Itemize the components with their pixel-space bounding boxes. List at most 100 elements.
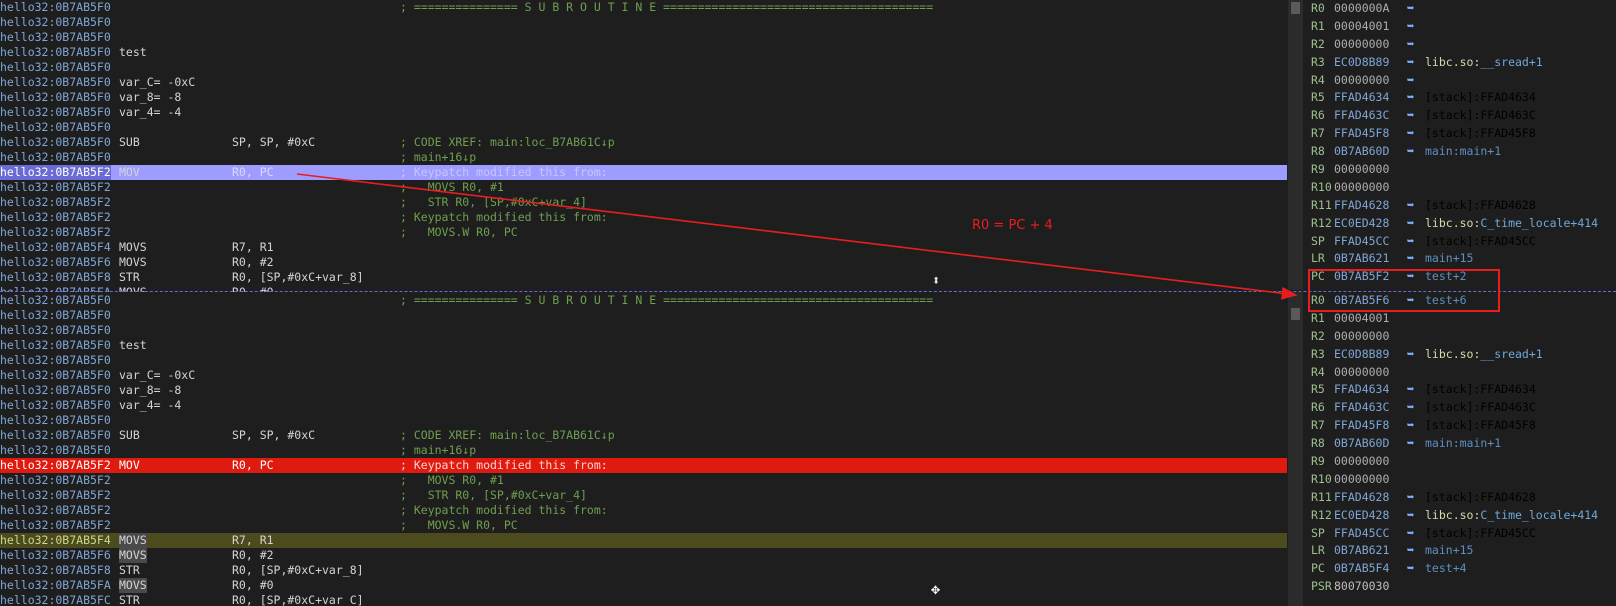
- register-value[interactable]: FFAD463C: [1334, 399, 1389, 417]
- register-value[interactable]: FFAD4628: [1334, 489, 1389, 507]
- register-row[interactable]: R2 00000000 ➥: [1304, 36, 1616, 54]
- disasm-line[interactable]: hello32:0B7AB5F8 STR R0, [SP,#0xC+var_8]: [0, 270, 1287, 285]
- register-value[interactable]: FFAD45F8: [1334, 417, 1389, 435]
- register-value[interactable]: 0B7AB621: [1334, 250, 1389, 268]
- register-value[interactable]: 0B7AB60D: [1334, 143, 1389, 161]
- jump-arrow-icon[interactable]: ➥: [1407, 507, 1414, 525]
- jump-arrow-icon[interactable]: ➥: [1407, 489, 1414, 507]
- register-value[interactable]: 00000000: [1334, 161, 1389, 179]
- scrollbar-thumb[interactable]: [1291, 308, 1300, 320]
- disasm-line[interactable]: hello32:0B7AB5FC STR R0, [SP,#0xC+var_C]: [0, 593, 1287, 606]
- disasm-line[interactable]: hello32:0B7AB5FA MOVS R0, #0: [0, 578, 1287, 593]
- register-row[interactable]: SP FFAD45CC ➥ [stack]:FFAD45CC: [1304, 525, 1616, 543]
- jump-arrow-icon[interactable]: ➥: [1407, 36, 1414, 54]
- register-value[interactable]: EC0ED428: [1334, 215, 1389, 233]
- disasm-line[interactable]: hello32:0B7AB5F2 ; MOVS R0, #1: [0, 473, 1287, 488]
- jump-arrow-icon[interactable]: ➥: [1407, 435, 1414, 453]
- disasm-line[interactable]: hello32:0B7AB5F2 ; Keypatch modified this…: [0, 210, 1287, 225]
- register-row[interactable]: R8 0B7AB60D ➥ main:main+1: [1304, 435, 1616, 453]
- disasm-line[interactable]: hello32:0B7AB5F0 var_8= -8: [0, 383, 1287, 398]
- disasm-line[interactable]: hello32:0B7AB5F2 ; MOVS.W R0, PC: [0, 225, 1287, 240]
- disasm-line[interactable]: hello32:0B7AB5F4 MOVS R7, R1: [0, 240, 1287, 255]
- register-value[interactable]: 00000000: [1334, 453, 1389, 471]
- register-value[interactable]: 00000000: [1334, 36, 1389, 54]
- register-value[interactable]: 00000000: [1334, 72, 1389, 90]
- jump-arrow-icon[interactable]: ➥: [1407, 233, 1414, 251]
- register-value[interactable]: EC0ED428: [1334, 507, 1389, 525]
- disasm-line[interactable]: hello32:0B7AB5F2 MOV R0, PC ; Keypatch modi…: [0, 165, 1287, 180]
- register-value[interactable]: FFAD4634: [1334, 381, 1389, 399]
- jump-arrow-icon[interactable]: ➥: [1407, 197, 1414, 215]
- register-row[interactable]: R12 EC0ED428 ➥ libc.so:C_time_locale+414: [1304, 215, 1616, 233]
- disasm-line[interactable]: hello32:0B7AB5F2 ; MOVS R0, #1: [0, 180, 1287, 195]
- register-row[interactable]: LR 0B7AB621 ➥ main+15: [1304, 250, 1616, 268]
- register-target[interactable]: main+15: [1425, 250, 1473, 268]
- register-value[interactable]: FFAD45F8: [1334, 125, 1389, 143]
- register-target[interactable]: [stack]:FFAD463C: [1425, 107, 1536, 125]
- register-value[interactable]: 0B7AB621: [1334, 542, 1389, 560]
- disasm-line[interactable]: hello32:0B7AB5F0: [0, 413, 1287, 428]
- register-value[interactable]: FFAD4628: [1334, 197, 1389, 215]
- register-row[interactable]: R11 FFAD4628 ➥ [stack]:FFAD4628: [1304, 489, 1616, 507]
- disasm-line[interactable]: hello32:0B7AB5F0: [0, 60, 1287, 75]
- register-row[interactable]: R8 0B7AB60D ➥ main:main+1: [1304, 143, 1616, 161]
- register-row[interactable]: PC 0B7AB5F2 ➥ test+2: [1304, 268, 1616, 286]
- register-value[interactable]: 0B7AB60D: [1334, 435, 1389, 453]
- disasm-line[interactable]: hello32:0B7AB5F0: [0, 30, 1287, 45]
- jump-arrow-icon[interactable]: ➥: [1407, 250, 1414, 268]
- jump-arrow-icon[interactable]: ➥: [1407, 89, 1414, 107]
- register-value[interactable]: 0B7AB5F6: [1334, 292, 1389, 310]
- jump-arrow-icon[interactable]: ➥: [1407, 18, 1414, 36]
- jump-arrow-icon[interactable]: ➥: [1407, 54, 1414, 72]
- jump-arrow-icon[interactable]: ➥: [1407, 542, 1414, 560]
- disassembly-view-top[interactable]: hello32:0B7AB5F0 ; =============== S U B …: [0, 0, 1287, 292]
- disasm-line[interactable]: hello32:0B7AB5F0 ; main+16↓p: [0, 443, 1287, 458]
- register-value[interactable]: FFAD45CC: [1334, 233, 1389, 251]
- register-value[interactable]: 00000000: [1334, 471, 1389, 489]
- register-row[interactable]: R6 FFAD463C ➥ [stack]:FFAD463C: [1304, 107, 1616, 125]
- register-value[interactable]: 00004001: [1334, 18, 1389, 36]
- register-target[interactable]: libc.so:C_time_locale+414: [1425, 215, 1598, 233]
- disasm-line[interactable]: hello32:0B7AB5F0: [0, 323, 1287, 338]
- jump-arrow-icon[interactable]: ➥: [1407, 292, 1414, 310]
- disasm-line[interactable]: hello32:0B7AB5F0 test: [0, 338, 1287, 353]
- disasm-line[interactable]: hello32:0B7AB5F0 ; =============== S U B …: [0, 0, 1287, 15]
- jump-arrow-icon[interactable]: ➥: [1407, 268, 1414, 286]
- register-target[interactable]: [stack]:FFAD45CC: [1425, 525, 1536, 543]
- register-target[interactable]: test+6: [1425, 292, 1467, 310]
- jump-arrow-icon[interactable]: ➥: [1407, 381, 1414, 399]
- disasm-line[interactable]: hello32:0B7AB5F0: [0, 15, 1287, 30]
- register-row[interactable]: PC 0B7AB5F4 ➥ test+4: [1304, 560, 1616, 578]
- register-value[interactable]: 80070030: [1334, 578, 1389, 596]
- register-target[interactable]: [stack]:FFAD4628: [1425, 489, 1536, 507]
- register-row[interactable]: LR 0B7AB621 ➥ main+15: [1304, 542, 1616, 560]
- jump-arrow-icon[interactable]: ➥: [1407, 346, 1414, 364]
- disasm-line[interactable]: hello32:0B7AB5F2 MOV R0, PC ; Keypatch modi…: [0, 458, 1287, 473]
- jump-arrow-icon[interactable]: ➥: [1407, 560, 1414, 578]
- jump-arrow-icon[interactable]: ➥: [1407, 215, 1414, 233]
- register-target[interactable]: [stack]:FFAD463C: [1425, 399, 1536, 417]
- jump-arrow-icon[interactable]: ➥: [1407, 107, 1414, 125]
- disasm-line[interactable]: hello32:0B7AB5F0 SUB SP, SP, #0xC ; CODE XR…: [0, 135, 1287, 150]
- disasm-line[interactable]: hello32:0B7AB5F6 MOVS R0, #2: [0, 548, 1287, 563]
- register-target[interactable]: libc.so:__sread+1: [1425, 54, 1543, 72]
- disasm-line[interactable]: hello32:0B7AB5F2 ; STR R0, [SP,#0xC+var_4…: [0, 488, 1287, 503]
- register-target[interactable]: test+4: [1425, 560, 1467, 578]
- disasm-line[interactable]: hello32:0B7AB5F0: [0, 120, 1287, 135]
- register-target[interactable]: [stack]:FFAD45F8: [1425, 417, 1536, 435]
- disassembly-view-bottom[interactable]: hello32:0B7AB5F0 ; =============== S U B …: [0, 293, 1287, 606]
- disasm-line[interactable]: hello32:0B7AB5F0 ; =============== S U B …: [0, 293, 1287, 308]
- register-row[interactable]: R9 00000000: [1304, 453, 1616, 471]
- register-target[interactable]: [stack]:FFAD4634: [1425, 89, 1536, 107]
- disasm-line[interactable]: hello32:0B7AB5F0 ; main+16↓p: [0, 150, 1287, 165]
- register-target[interactable]: [stack]:FFAD4634: [1425, 381, 1536, 399]
- register-row[interactable]: R7 FFAD45F8 ➥ [stack]:FFAD45F8: [1304, 417, 1616, 435]
- register-row[interactable]: R10 00000000: [1304, 179, 1616, 197]
- jump-arrow-icon[interactable]: ➥: [1407, 72, 1414, 90]
- register-value[interactable]: 0000000A: [1334, 0, 1389, 18]
- disasm-line[interactable]: hello32:0B7AB5F6 MOVS R0, #2: [0, 255, 1287, 270]
- view-splitter[interactable]: [0, 291, 1616, 292]
- jump-arrow-icon[interactable]: ➥: [1407, 143, 1414, 161]
- register-value[interactable]: 00000000: [1334, 179, 1389, 197]
- disasm-line[interactable]: hello32:0B7AB5F2 ; STR R0, [SP,#0xC+var_4…: [0, 195, 1287, 210]
